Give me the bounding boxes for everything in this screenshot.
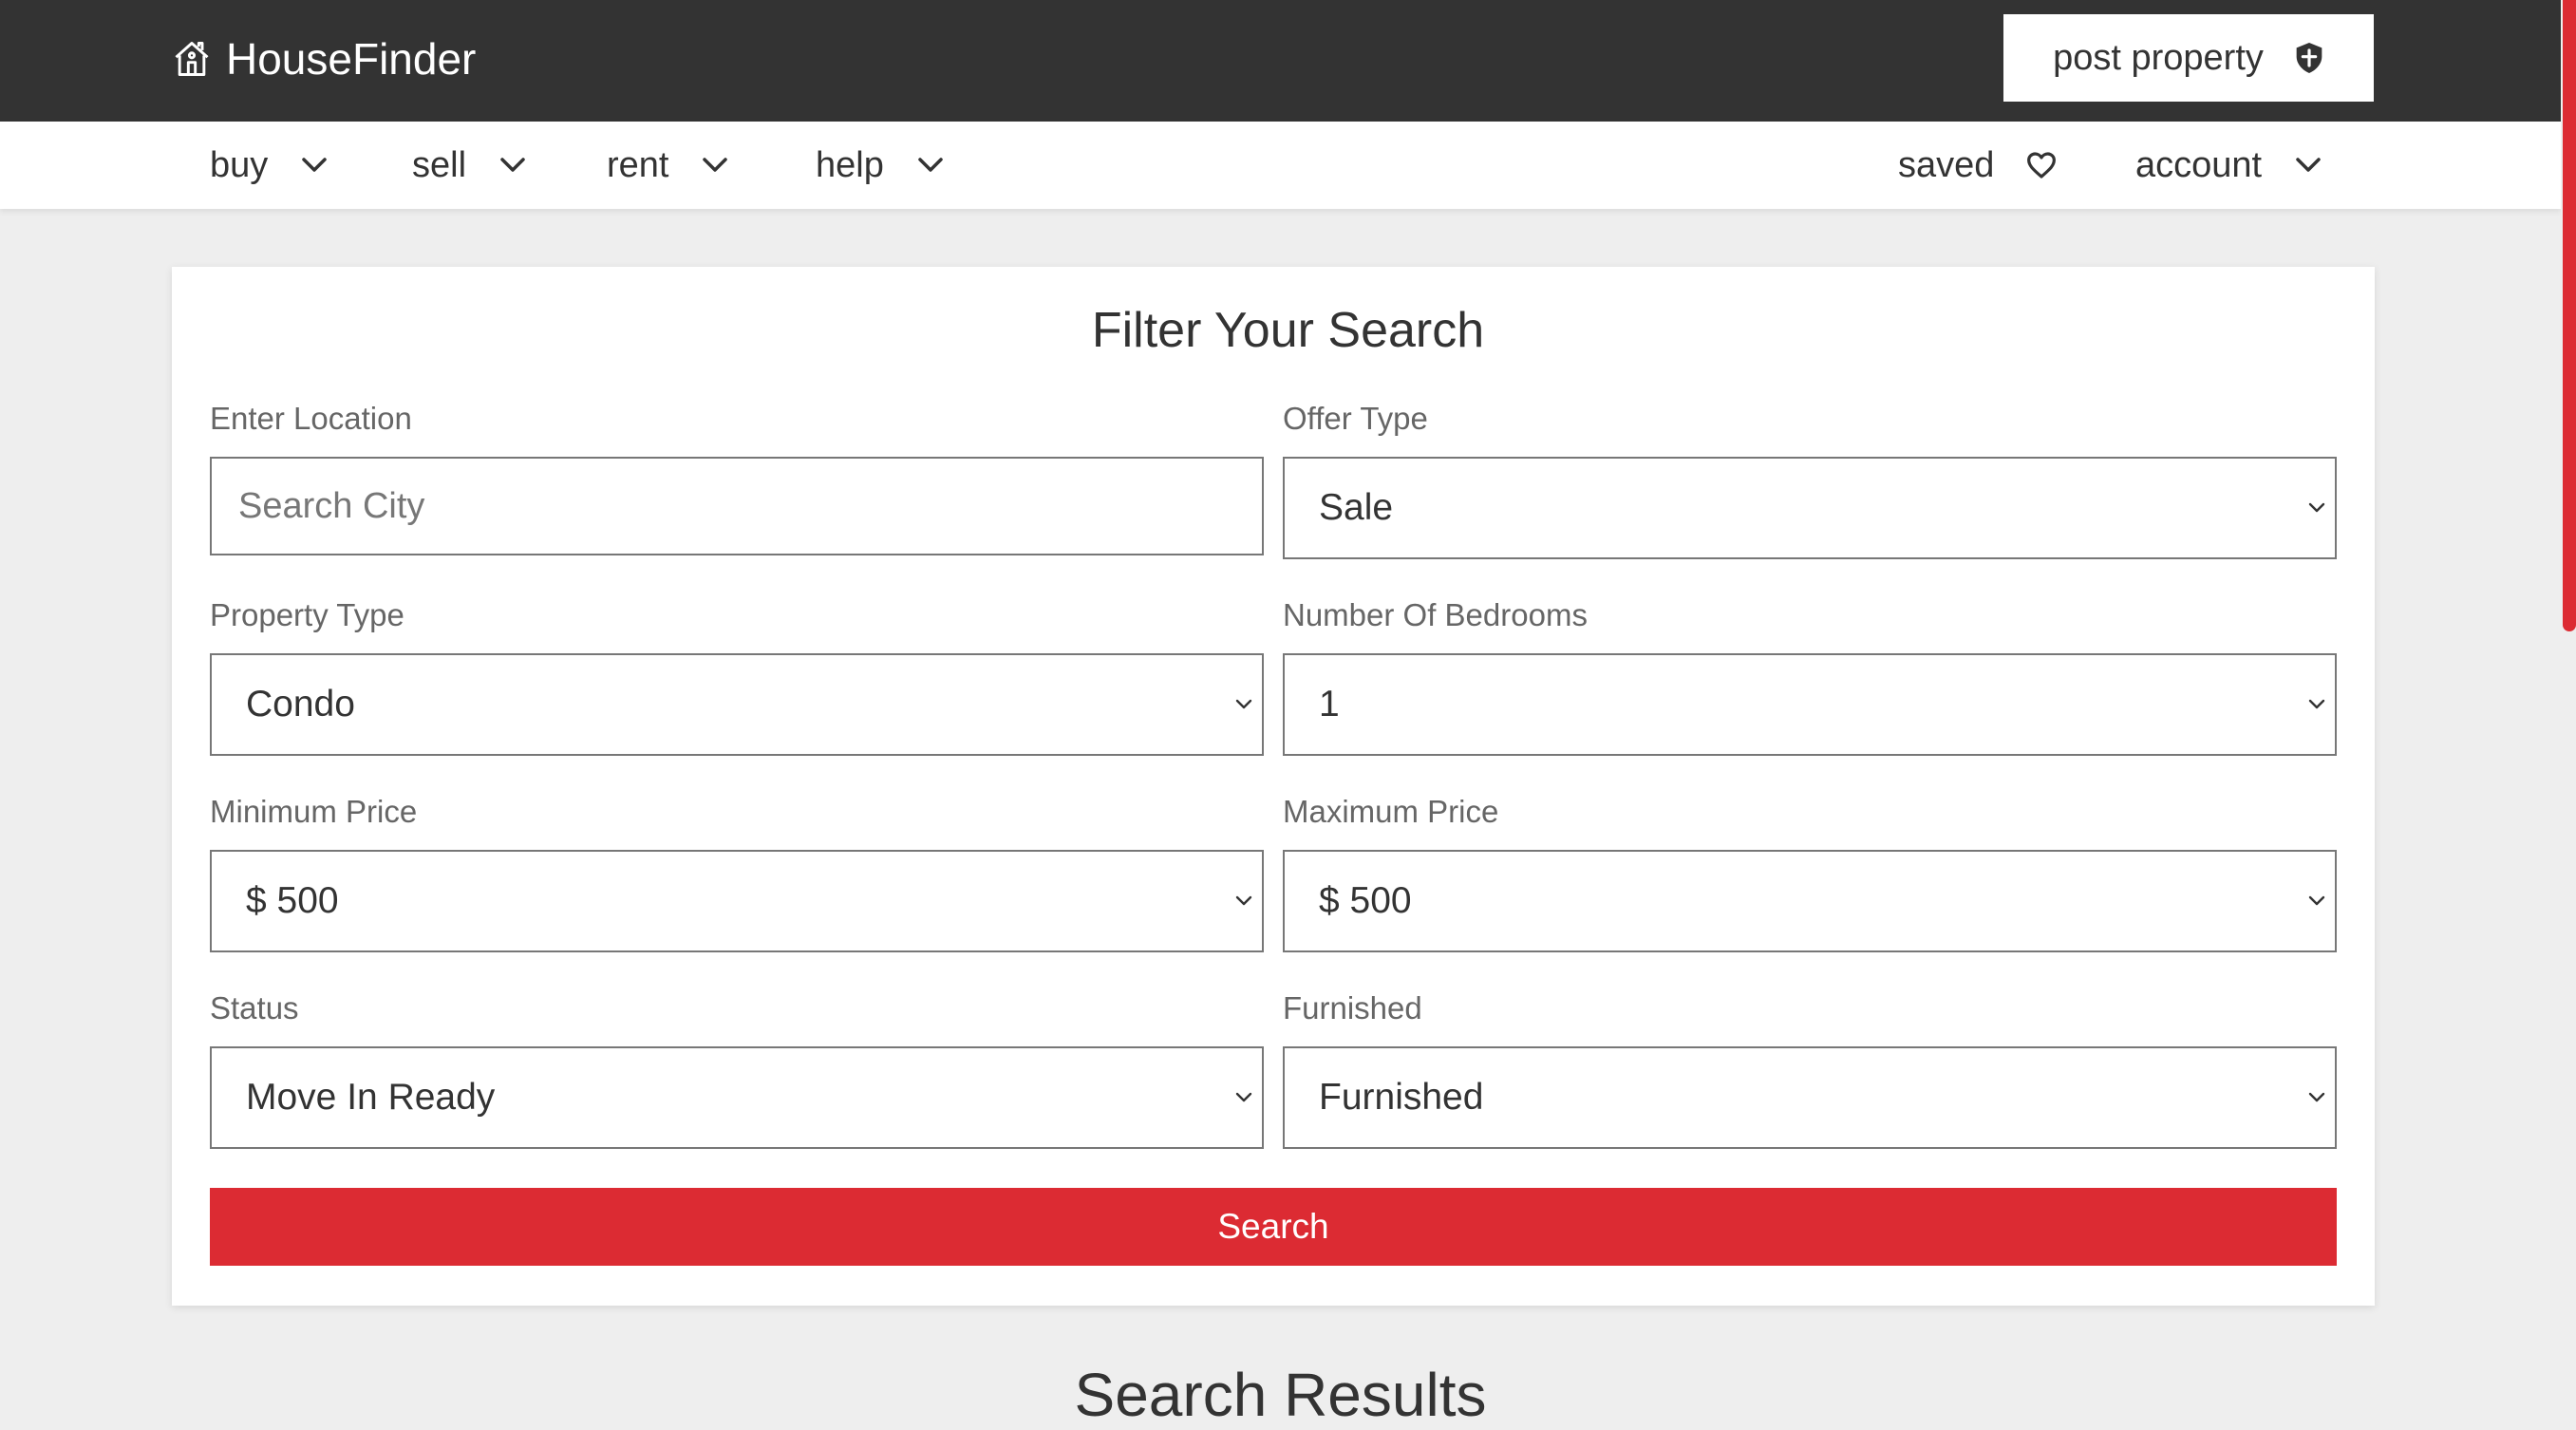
- bedrooms-label: Number Of Bedrooms: [1283, 597, 1588, 632]
- furnished-select[interactable]: Furnished: [1283, 1046, 2337, 1149]
- nav-help-label: help: [816, 144, 884, 185]
- location-label: Enter Location: [210, 401, 412, 436]
- nav-account-label: account: [2135, 144, 2263, 185]
- chevron-down-icon: [302, 158, 328, 172]
- logo[interactable]: HouseFinder: [171, 28, 476, 89]
- search-results-title: Search Results: [1074, 1361, 1487, 1429]
- chevron-down-icon: [2296, 158, 2321, 172]
- property-type-select[interactable]: Condo: [210, 653, 1264, 756]
- property-type-label: Property Type: [210, 597, 404, 632]
- nav-buy-label: buy: [210, 144, 269, 185]
- heart-icon: [2027, 152, 2057, 179]
- nav-help[interactable]: help: [816, 122, 943, 209]
- search-button[interactable]: Search: [210, 1188, 2337, 1266]
- chevron-down-icon: [2308, 502, 2325, 513]
- nav-sell[interactable]: sell: [412, 122, 525, 209]
- shield-icon: [2296, 43, 2322, 73]
- property-type-value: Condo: [246, 684, 355, 724]
- max-price-label: Maximum Price: [1283, 794, 1499, 829]
- chevron-down-icon: [2308, 895, 2325, 906]
- chevron-down-icon: [1235, 895, 1252, 906]
- chevron-down-icon: [2308, 1092, 2325, 1102]
- chevron-down-icon: [500, 158, 525, 172]
- min-price-select[interactable]: $ 500: [210, 850, 1264, 952]
- nav-rent[interactable]: rent: [607, 122, 728, 209]
- nav-saved[interactable]: saved: [1898, 122, 2057, 209]
- min-price-label: Minimum Price: [210, 794, 418, 829]
- min-price-value: $ 500: [246, 880, 339, 921]
- chevron-down-icon: [2308, 699, 2325, 709]
- bedrooms-select[interactable]: 1: [1283, 653, 2337, 756]
- offer-type-select[interactable]: Sale: [1283, 457, 2337, 559]
- bedrooms-value: 1: [1319, 684, 1340, 724]
- furnished-value: Furnished: [1319, 1077, 1484, 1118]
- max-price-select[interactable]: $ 500: [1283, 850, 2337, 952]
- house-icon: [175, 42, 209, 76]
- chevron-down-icon: [703, 158, 728, 172]
- top-header: HouseFinder post property: [0, 0, 2561, 122]
- chevron-down-icon: [1235, 1092, 1252, 1102]
- nav-account[interactable]: account: [2135, 122, 2321, 209]
- logo-text: HouseFinder: [226, 34, 477, 84]
- nav-sell-label: sell: [412, 144, 467, 185]
- location-input[interactable]: [210, 457, 1264, 555]
- max-price-value: $ 500: [1319, 880, 1412, 921]
- post-property-button[interactable]: post property: [2003, 14, 2374, 102]
- status-select[interactable]: Move In Ready: [210, 1046, 1264, 1149]
- chevron-down-icon: [1235, 699, 1252, 709]
- offer-type-value: Sale: [1319, 487, 1394, 528]
- status-label: Status: [210, 990, 299, 1025]
- nav-rent-label: rent: [607, 144, 669, 185]
- filter-card: [172, 267, 2375, 1306]
- furnished-label: Furnished: [1283, 990, 1422, 1025]
- scrollbar-thumb[interactable]: [2563, 0, 2576, 631]
- status-value: Move In Ready: [246, 1077, 496, 1118]
- offer-type-label: Offer Type: [1283, 401, 1428, 436]
- nav-saved-label: saved: [1898, 144, 1995, 185]
- chevron-down-icon: [918, 158, 943, 172]
- filter-title: Filter Your Search: [1091, 303, 1485, 358]
- nav-buy[interactable]: buy: [210, 122, 328, 209]
- main-nav: buy sell rent help saved account: [0, 122, 2561, 209]
- post-property-label: post property: [2053, 37, 2264, 78]
